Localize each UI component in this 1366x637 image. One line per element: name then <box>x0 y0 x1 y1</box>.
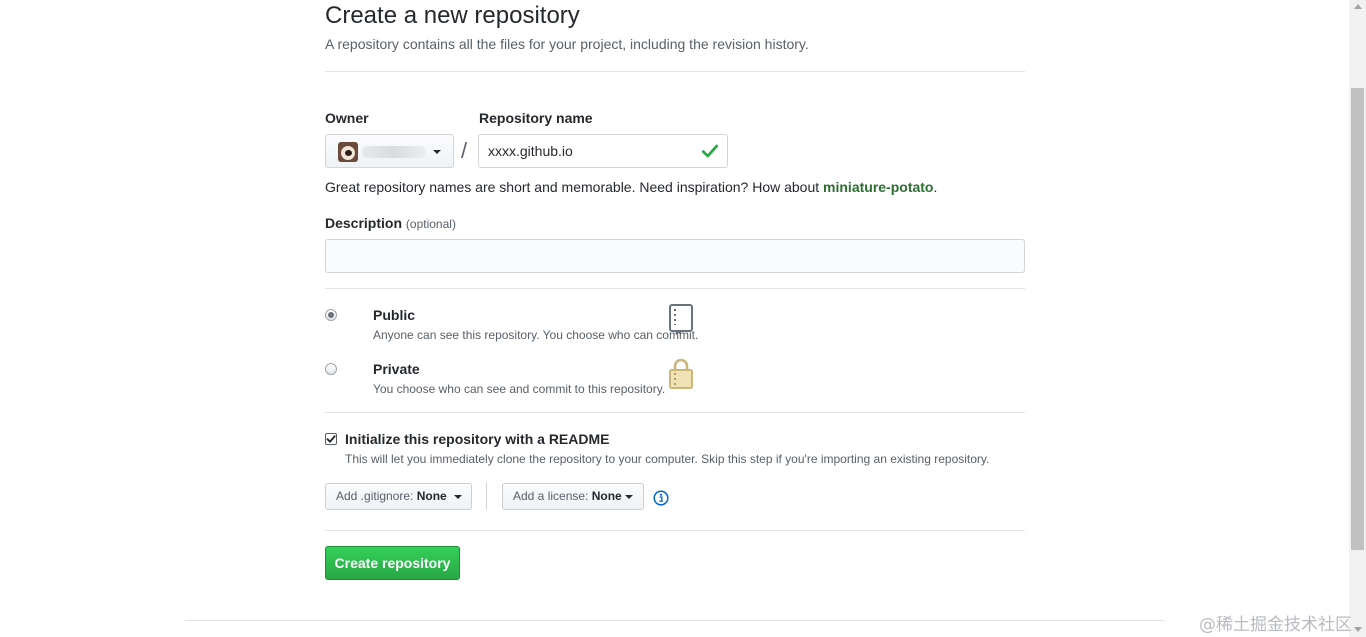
license-prefix: Add a license: <box>513 489 589 503</box>
hint-text: Great repository names are short and mem… <box>325 179 824 195</box>
scroll-thumb[interactable] <box>1351 88 1364 550</box>
owner-select[interactable] <box>325 134 454 168</box>
description-label-text: Description <box>325 215 403 231</box>
name-suggestion-link[interactable]: miniature-potato <box>823 179 933 195</box>
caret-down-icon <box>625 495 633 499</box>
description-label: Description (optional) <box>325 215 456 231</box>
gitignore-value: None <box>416 489 447 503</box>
repo-name-hint: Great repository names are short and mem… <box>325 179 937 195</box>
divider <box>325 71 1025 72</box>
page-title: Create a new repository <box>325 2 580 29</box>
dropdown-separator <box>486 482 487 510</box>
repo-name-input[interactable] <box>478 134 728 168</box>
gitignore-prefix: Add .gitignore: <box>336 489 414 503</box>
owner-name-redacted <box>362 146 426 158</box>
readme-checkbox[interactable] <box>325 433 337 445</box>
public-radio[interactable] <box>325 309 337 321</box>
private-title: Private <box>373 361 420 377</box>
scroll-down-arrow-icon[interactable] <box>1354 627 1362 632</box>
footer-divider <box>185 620 1165 621</box>
divider <box>325 412 1025 413</box>
divider <box>325 288 1025 289</box>
public-note: Anyone can see this repository. You choo… <box>373 328 699 342</box>
license-value: None <box>591 489 622 503</box>
divider <box>325 530 1025 531</box>
scroll-up-arrow-icon[interactable] <box>1354 4 1362 9</box>
private-note: You choose who can see and commit to thi… <box>373 382 666 396</box>
owner-avatar <box>338 142 358 162</box>
owner-label: Owner <box>325 110 369 126</box>
repo-name-label: Repository name <box>479 110 593 126</box>
create-repository-button[interactable]: Create repository <box>325 546 460 580</box>
lock-icon <box>669 358 693 389</box>
public-title: Public <box>373 307 416 323</box>
gitignore-dropdown[interactable]: Add .gitignore: None <box>325 483 472 510</box>
watermark: @稀土掘金技术社区 <box>1199 615 1352 635</box>
owner-repo-separator: / <box>461 138 468 163</box>
private-radio[interactable] <box>325 363 337 375</box>
caret-down-icon <box>454 495 462 499</box>
description-input[interactable] <box>325 239 1025 273</box>
readme-note: This will let you immediately clone the … <box>345 452 990 466</box>
optional-tag: (optional) <box>405 217 456 231</box>
vertical-scrollbar[interactable] <box>1349 0 1366 637</box>
check-icon <box>701 144 719 158</box>
hint-suffix: . <box>933 179 938 195</box>
license-dropdown[interactable]: Add a license: None <box>502 483 644 510</box>
checkbox-check-icon <box>326 435 336 443</box>
page-subtitle: A repository contains all the files for … <box>325 36 809 52</box>
caret-down-icon <box>433 150 441 154</box>
readme-label[interactable]: Initialize this repository with a README <box>345 431 609 447</box>
info-icon[interactable] <box>653 490 669 506</box>
